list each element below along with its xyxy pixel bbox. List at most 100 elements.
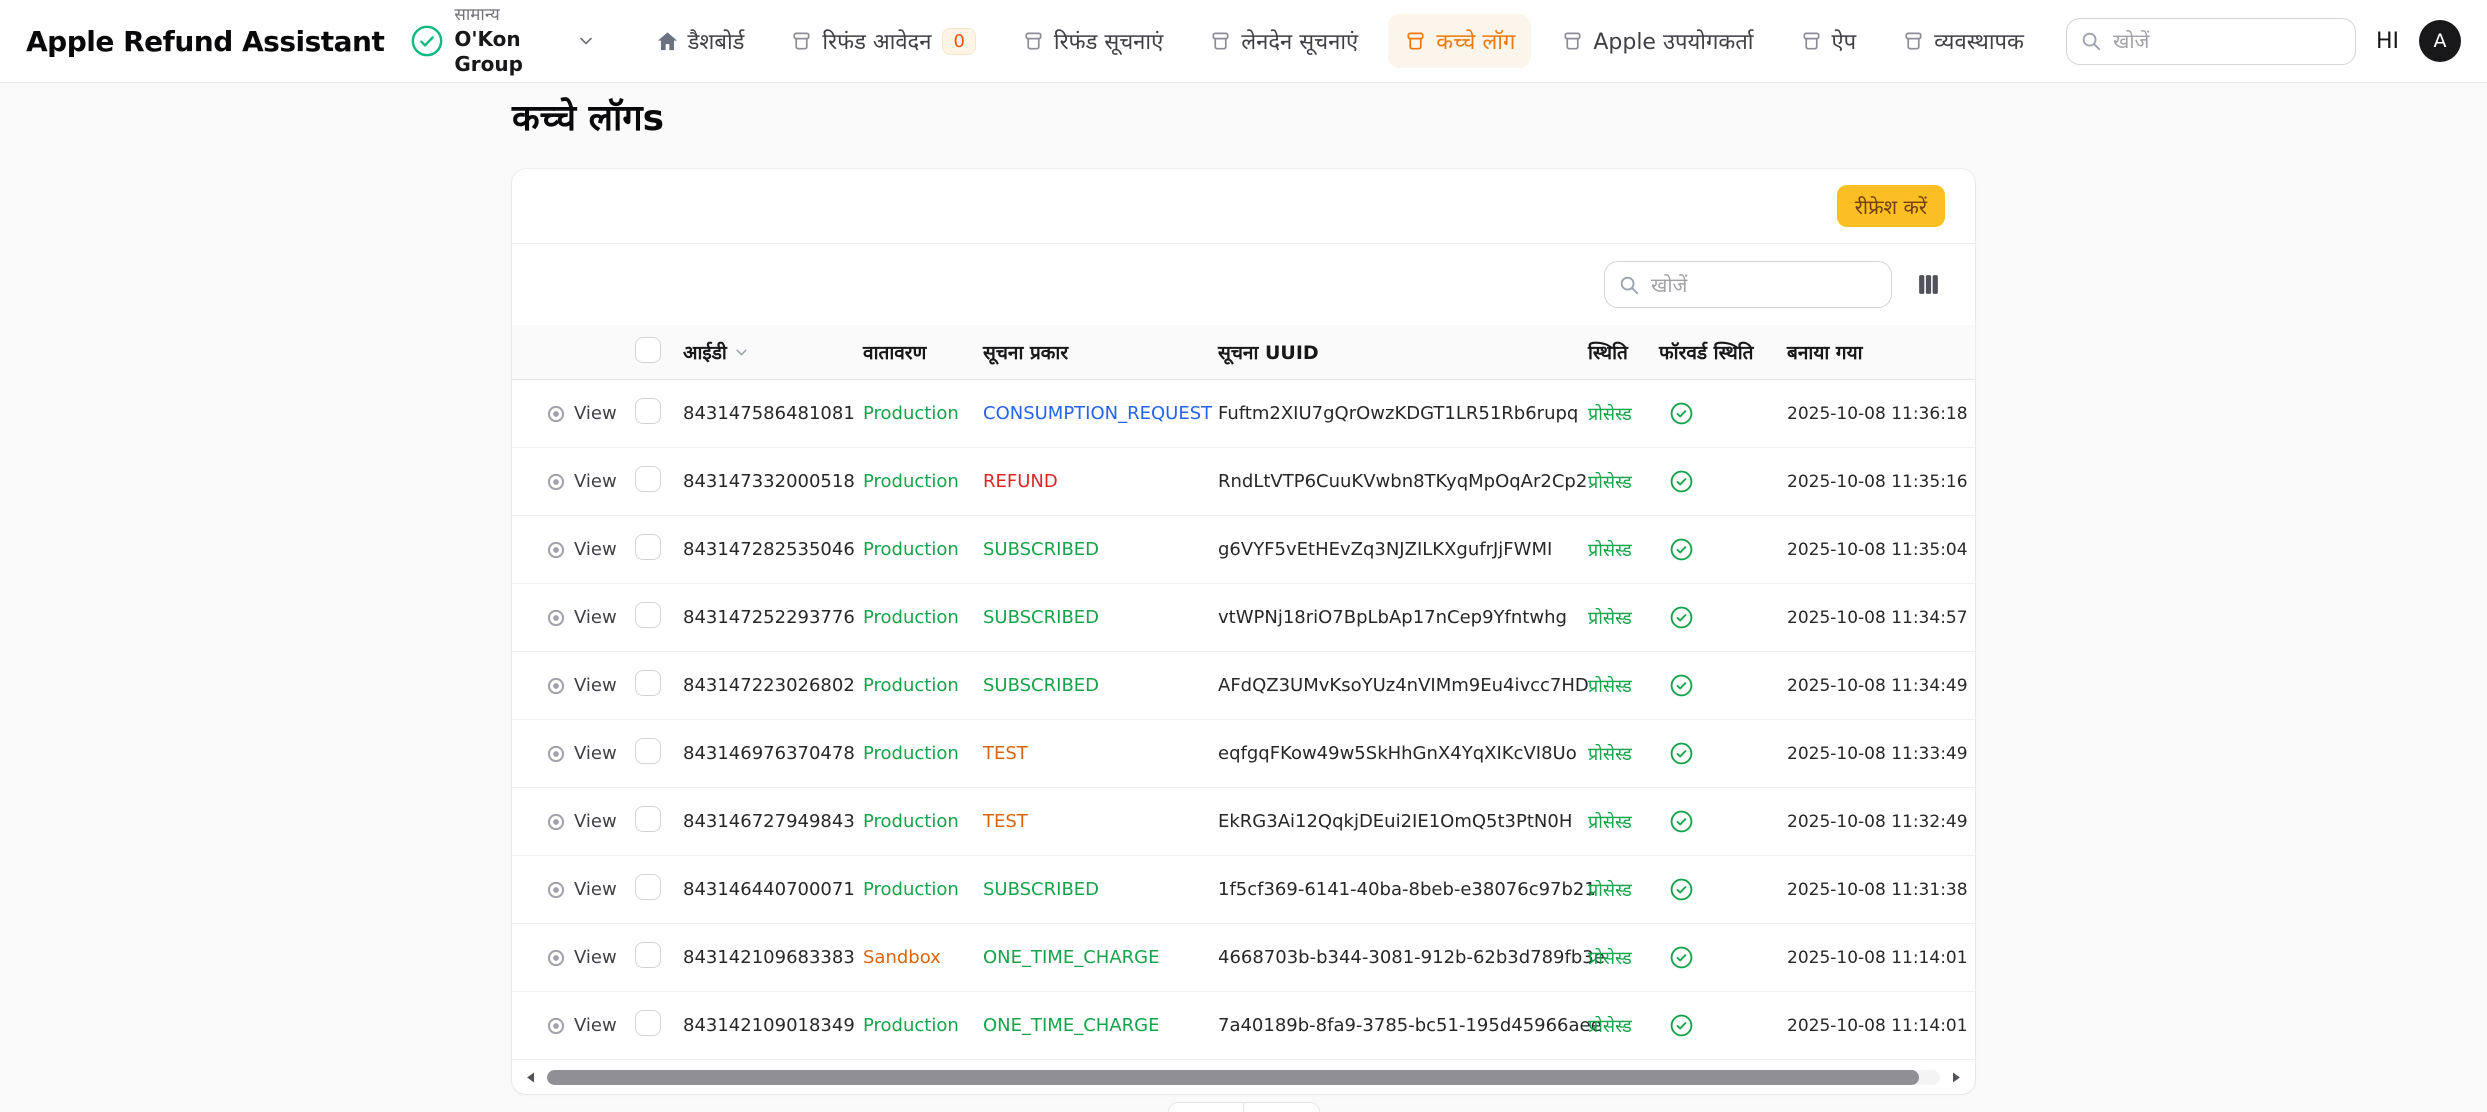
environment: Production [863,811,983,832]
row-checkbox[interactable] [635,602,661,628]
col-status-header: स्थिति [1588,339,1659,365]
view-link[interactable]: View [546,403,635,424]
environment: Production [863,607,983,628]
nav-item-apps[interactable]: ऐप [1784,14,1873,68]
nav-item-apple-users[interactable]: Apple उपयोगकर्ता [1545,14,1769,68]
logs-card: रीफ्रेश करें आईडी [512,169,1975,1094]
tenant-name: O'Kon Group [454,27,565,77]
created-at: 2025-10-08 11:34:49 [1787,676,1968,696]
archive-box-icon [790,30,813,53]
notification-uuid: RndLtVTP6CuuKVwbn8TKyqMpOqAr2Cp2 [1218,471,1588,492]
scroll-left-button[interactable] [522,1068,541,1087]
created-at: 2025-10-08 11:35:04 [1787,540,1968,560]
forward-status [1659,877,1787,902]
notification-type: SUBSCRIBED [983,539,1218,560]
scrollbar-track[interactable] [547,1070,1940,1085]
forward-status [1659,537,1787,562]
tenant-selector[interactable]: सामान्य O'Kon Group [410,5,595,76]
notification-type: ONE_TIME_CHARGE [983,947,1218,968]
row-checkbox[interactable] [635,806,661,832]
select-all-checkbox[interactable] [635,337,661,363]
check-circle-icon [1669,673,1694,698]
table-row: View 843147223026802 Production SUBSCRIB… [512,652,1975,720]
forward-status [1659,945,1787,970]
table-search-input[interactable] [1604,261,1892,308]
created-at: 2025-10-08 11:32:49 [1787,812,1968,832]
log-id: 843147252293776 [683,607,863,628]
view-link[interactable]: View [546,539,635,560]
notification-uuid: eqfgqFKow49w5SkHhGnX4YqXIKcVI8Uo [1218,743,1588,764]
view-link[interactable]: View [546,675,635,696]
avatar[interactable]: A [2419,20,2461,62]
check-circle-icon [1669,469,1694,494]
nav-item-refund-applications[interactable]: रिफंड आवेदन 0 [774,14,991,68]
view-link[interactable]: View [546,879,635,900]
forward-status [1659,605,1787,630]
archive-box-icon [1209,30,1232,53]
table-search [1604,261,1892,308]
row-checkbox[interactable] [635,534,661,560]
notification-type: REFUND [983,471,1218,492]
col-type-header: सूचना प्रकार [983,339,1218,365]
forward-status [1659,1013,1787,1038]
pagination-prev-button[interactable] [1169,1103,1245,1112]
pagination-next-button[interactable] [1244,1103,1319,1112]
card-header: रीफ्रेश करें [512,169,1975,244]
row-checkbox[interactable] [635,398,661,424]
table-toolbar [512,244,1975,325]
nav-item-transaction-notifications[interactable]: लेनदेन सूचनाएं [1193,14,1374,68]
environment: Production [863,879,983,900]
topbar-search-input[interactable] [2066,18,2356,65]
arrow-left-icon [524,1070,539,1085]
view-link[interactable]: View [546,607,635,628]
forward-status [1659,741,1787,766]
archive-box-icon [1561,30,1584,53]
table-header-row: आईडी वातावरण सूचना प्रकार सूचना UUID स्थ… [512,325,1975,380]
row-checkbox[interactable] [635,1010,661,1036]
view-link[interactable]: View [546,811,635,832]
status-badge: प्रोसेस्ड [1588,538,1659,562]
nav-item-refund-notifications[interactable]: रिफंड सूचनाएं [1006,14,1179,68]
notification-type: SUBSCRIBED [983,675,1218,696]
created-at: 2025-10-08 11:33:49 [1787,744,1968,764]
view-link[interactable]: View [546,471,635,492]
topbar-search [2066,18,2356,65]
refresh-button[interactable]: रीफ्रेश करें [1837,185,1945,227]
check-circle-icon [1669,537,1694,562]
row-checkbox[interactable] [635,874,661,900]
scroll-right-button[interactable] [1946,1068,1965,1087]
nav-item-admin[interactable]: व्यवस्थापक [1886,14,2040,68]
language-toggle[interactable]: HI [2376,29,2399,54]
check-circle-icon [1669,605,1694,630]
notification-type: TEST [983,811,1218,832]
row-checkbox[interactable] [635,738,661,764]
eye-icon [546,404,566,424]
notification-uuid: 1f5cf369-6141-40ba-8beb-e38076c97b21 [1218,879,1588,900]
view-link[interactable]: View [546,743,635,764]
row-checkbox[interactable] [635,670,661,696]
main-content: कच्चे लॉगs रीफ्रेश करें आईडी [512,83,1975,1112]
eye-icon [546,744,566,764]
table-row: View 843142109018349 Production ONE_TIME… [512,992,1975,1060]
chevron-down-icon [576,31,596,51]
nav-item-dashboard[interactable]: डैशबोर्ड [640,14,761,68]
row-checkbox[interactable] [635,466,661,492]
select-all-checkbox-cell [635,337,683,368]
table-row: View 843146976370478 Production TEST eqf… [512,720,1975,788]
log-id: 843146727949843 [683,811,863,832]
view-link[interactable]: View [546,947,635,968]
col-id-header[interactable]: आईडी [683,339,863,365]
scrollbar-thumb[interactable] [547,1070,1919,1085]
sort-chevron-down-icon [733,344,750,361]
col-uuid-header: सूचना UUID [1218,339,1588,365]
view-link[interactable]: View [546,1015,635,1036]
notification-uuid: vtWPNj18riO7BpLbAp17nCep9Yfntwhg [1218,607,1588,628]
environment: Production [863,471,983,492]
notification-type: CONSUMPTION_REQUEST [983,403,1218,424]
created-at: 2025-10-08 11:35:16 [1787,472,1968,492]
table-row: View 843142109683383 Sandbox ONE_TIME_CH… [512,924,1975,992]
column-settings-button[interactable] [1912,268,1945,301]
row-checkbox[interactable] [635,942,661,968]
notification-type: ONE_TIME_CHARGE [983,1015,1218,1036]
nav-item-raw-logs[interactable]: कच्चे लॉग [1388,14,1531,68]
